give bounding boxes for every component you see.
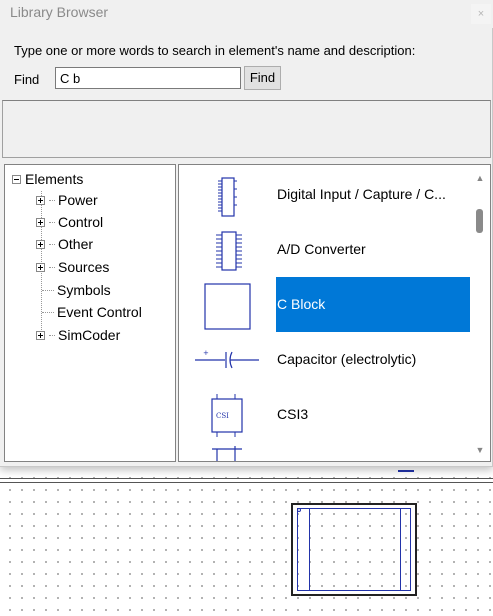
c-block-pin-dot <box>297 508 301 512</box>
tree-item-simcoder[interactable]: SimCoder <box>36 325 120 345</box>
c-block-icon <box>204 283 251 330</box>
csi3-icon: CSI <box>211 394 243 437</box>
scroll-thumb[interactable] <box>476 209 483 233</box>
tree-item-label: Control <box>58 214 104 230</box>
list-item[interactable]: CSI CSI3 <box>179 387 471 442</box>
c-block-left-edge <box>309 508 310 591</box>
c-block-inner-frame <box>297 508 411 591</box>
tree-connector <box>49 266 55 268</box>
tree-root-label: Elements <box>25 171 84 187</box>
tree-item-sources[interactable]: Sources <box>36 257 109 277</box>
element-list[interactable]: Digital Input / Capture / C... A/D Conve… <box>178 164 491 462</box>
tree-item-label: Event Control <box>57 304 142 320</box>
close-icon[interactable]: × <box>471 4 491 24</box>
canvas-divider-line-2 <box>0 482 493 483</box>
list-item[interactable]: + Capacitor (electrolytic) <box>179 332 471 387</box>
c-block-element[interactable] <box>291 503 417 596</box>
tree-root-elements[interactable]: Elements <box>12 171 83 187</box>
expand-icon[interactable] <box>36 262 45 272</box>
tree-item-event-control[interactable]: Event Control <box>42 302 142 322</box>
tree-connector <box>49 199 55 201</box>
canvas-divider-line <box>0 478 493 479</box>
expand-icon[interactable] <box>36 330 45 340</box>
list-item-partial[interactable] <box>179 442 471 461</box>
c-block-right-edge <box>400 508 401 591</box>
element-preview-panel <box>2 100 491 158</box>
list-item-label: Digital Input / Capture / C... <box>277 186 446 202</box>
tree-item-label: Power <box>58 192 98 208</box>
digital-input-chip-icon <box>218 177 237 217</box>
scroll-down-icon[interactable]: ▼ <box>470 441 490 459</box>
list-item-label: A/D Converter <box>277 241 366 257</box>
capacitor-icon: + <box>195 349 259 369</box>
search-instruction: Type one or more words to search in elem… <box>14 43 416 58</box>
expand-icon[interactable] <box>36 239 45 249</box>
svg-text:+: + <box>203 349 209 357</box>
ad-converter-chip-icon <box>216 231 242 271</box>
tree-connector <box>49 221 55 223</box>
list-item-label: CSI3 <box>277 406 309 422</box>
element-tree[interactable]: Elements Power Control Other Sources Sym… <box>4 164 176 462</box>
title-bar[interactable]: Library Browser × <box>0 0 493 28</box>
list-scrollbar[interactable]: ▲ ▼ <box>470 165 490 461</box>
tree-item-control[interactable]: Control <box>36 212 103 232</box>
tree-connector <box>49 334 55 336</box>
find-label: Find <box>14 72 40 87</box>
list-item[interactable]: Digital Input / Capture / C... <box>179 167 471 222</box>
expand-icon[interactable] <box>36 195 45 205</box>
collapse-icon[interactable] <box>12 174 21 184</box>
search-area: Type one or more words to search in elem… <box>0 28 493 100</box>
scroll-up-icon[interactable]: ▲ <box>470 169 490 187</box>
expand-icon[interactable] <box>36 217 45 227</box>
list-item-label: Capacitor (electrolytic) <box>277 351 417 367</box>
csi-chip-label: CSI <box>216 412 229 420</box>
list-item-label: C Block <box>276 277 471 332</box>
library-browser-dialog: Library Browser × Type one or more words… <box>0 0 493 467</box>
partial-element-icon <box>212 446 242 461</box>
tree-connector <box>42 289 54 291</box>
tree-item-symbols[interactable]: Symbols <box>42 280 111 300</box>
find-input[interactable] <box>55 67 241 89</box>
tree-item-other[interactable]: Other <box>36 234 93 254</box>
tree-item-label: SimCoder <box>58 327 121 343</box>
window-title: Library Browser <box>10 4 109 20</box>
tree-connector <box>42 311 54 313</box>
list-item-selected[interactable]: C Block <box>179 277 471 332</box>
tree-connector <box>49 243 55 245</box>
tree-item-label: Symbols <box>57 282 111 298</box>
tree-item-label: Other <box>58 236 94 252</box>
tree-item-power[interactable]: Power <box>36 190 98 210</box>
list-item[interactable]: A/D Converter <box>179 222 471 277</box>
find-button[interactable]: Find <box>244 66 281 90</box>
tree-item-label: Sources <box>58 259 110 275</box>
